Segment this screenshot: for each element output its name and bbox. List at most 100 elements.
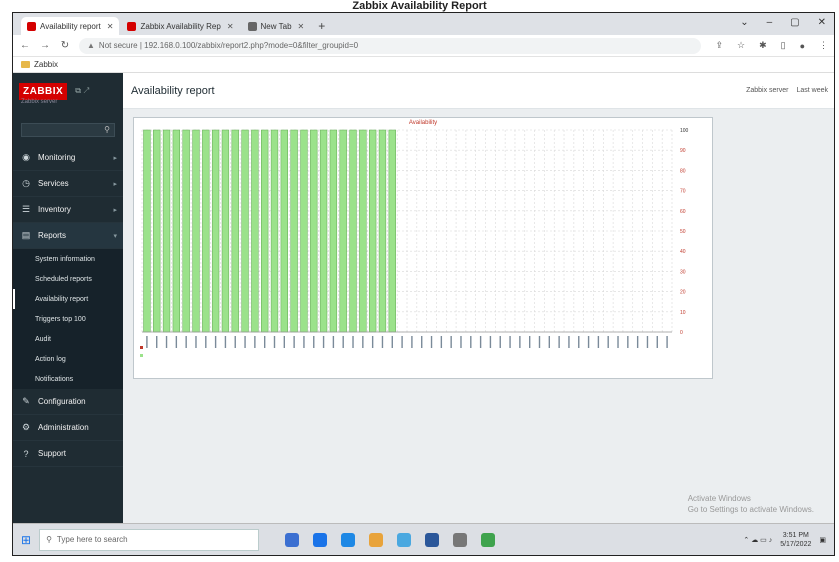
maximize-icon[interactable]: ▢: [790, 17, 799, 28]
sidebar-item-support[interactable]: ? Support: [13, 441, 123, 467]
close-tab-icon[interactable]: ✕: [227, 22, 234, 31]
clock-icon: ◷: [22, 178, 30, 188]
y-tick-label: 90: [680, 148, 686, 154]
pinned-app-icon[interactable]: [425, 532, 440, 547]
sidebar-item-label: Services: [38, 179, 69, 188]
minimize-icon[interactable]: –: [767, 17, 773, 28]
bar: [221, 129, 230, 333]
tray-icons[interactable]: ⌃ ☁ ▭ ♪: [743, 536, 772, 544]
sidebar-collapse-icon[interactable]: ⧉ ↗: [75, 86, 89, 96]
share-icon[interactable]: ⇪: [715, 40, 723, 51]
star-icon[interactable]: ☆: [737, 40, 745, 51]
clock-time: 3:51 PM: [782, 531, 809, 539]
search-icon: ⚲: [46, 535, 52, 544]
submenu-item[interactable]: Scheduled reports: [13, 269, 123, 289]
extensions-icon[interactable]: ✱: [759, 40, 767, 51]
y-tick-label: 0: [680, 330, 683, 336]
main-area: Availability report Zabbix server Last we…: [123, 73, 834, 525]
submenu-item[interactable]: Action log: [13, 349, 123, 369]
y-tick-label: 50: [680, 229, 686, 235]
windows-start-icon[interactable]: ⊞: [21, 533, 31, 547]
tab-favicon-icon: [247, 21, 257, 31]
submenu-item[interactable]: Triggers top 100: [13, 309, 123, 329]
sidebar-item-monitoring[interactable]: ◉ Monitoring ▸: [13, 145, 123, 171]
bar: [231, 129, 239, 333]
clock[interactable]: 3:51 PM 5/17/2022: [780, 531, 811, 549]
pinned-apps: [285, 532, 496, 547]
activate-line-1: Activate Windows: [687, 494, 751, 503]
header-links: Zabbix server Last week: [746, 87, 828, 94]
pinned-app-icon[interactable]: [369, 532, 384, 547]
zabbix-app: ZABBIX ⧉ ↗ Zabbix server ⚲ ◉ Monitoring ▸ ◷…: [13, 73, 834, 525]
header-link[interactable]: Last week: [796, 87, 828, 94]
sidebar-item-inventory[interactable]: ☰ Inventory ▸: [13, 197, 123, 223]
header-link[interactable]: Zabbix server: [746, 87, 788, 94]
bar: [319, 129, 328, 333]
tab-label: New Tab: [260, 21, 292, 31]
pinned-app-icon[interactable]: [453, 532, 468, 547]
sidebar-item-administration[interactable]: ⚙ Administration: [13, 415, 123, 441]
bar: [261, 129, 269, 333]
pinned-app-icon[interactable]: [313, 532, 328, 547]
bar: [270, 129, 279, 333]
submenu-item[interactable]: System information: [13, 249, 123, 269]
lock-icon: ▲: [87, 41, 95, 50]
y-tick-label: 20: [680, 290, 686, 296]
url-field[interactable]: ▲ Not secure | 192.168.0.100/zabbix/repo…: [79, 37, 702, 54]
new-tab-button[interactable]: +: [312, 17, 331, 35]
y-tick-label: 80: [680, 168, 686, 174]
notifications-icon[interactable]: ▣: [819, 536, 826, 544]
list-icon: ☰: [21, 204, 31, 214]
browser-tab[interactable]: New Tab ✕: [242, 17, 311, 35]
pinned-app-icon[interactable]: [397, 532, 412, 547]
submenu-item[interactable]: Availability report: [13, 289, 123, 309]
close-tab-icon[interactable]: ✕: [298, 22, 305, 31]
zabbix-logo[interactable]: ZABBIX: [19, 82, 68, 100]
submenu-item[interactable]: Notifications: [13, 369, 123, 389]
sidebar-item-label: Support: [38, 449, 67, 458]
chevron-down-icon: ▾: [113, 232, 117, 240]
bookmarks-bar: Zabbix: [13, 57, 834, 73]
tab-search-icon[interactable]: ⌄: [740, 17, 748, 28]
browser-tab[interactable]: Zabbix Availability Rep ✕: [121, 17, 239, 35]
sidebar-item-reports[interactable]: ▤ Reports ▾: [13, 223, 123, 249]
forward-icon[interactable]: →: [39, 40, 51, 51]
bookmark-item[interactable]: Zabbix: [34, 60, 58, 69]
bar: [251, 129, 259, 333]
page-caption: Zabbix Availability Report: [352, 0, 487, 12]
browser-tabbar: Availability report ✕ Zabbix Availability …: [13, 13, 834, 35]
legend-swatch: [140, 346, 143, 349]
submenu-item[interactable]: Audit: [13, 329, 123, 349]
menu-icon[interactable]: ⋮: [819, 40, 828, 51]
reload-icon[interactable]: ↻: [59, 40, 71, 51]
bar: [211, 129, 220, 333]
chart-title: Availability: [408, 120, 438, 126]
bar: [388, 129, 396, 333]
bar: [162, 129, 171, 333]
tab-favicon-icon: [127, 21, 137, 31]
bar: [280, 129, 288, 333]
address-bar: ← → ↻ ▲ Not secure | 192.168.0.100/zabbi…: [13, 35, 834, 57]
sidebar-search-input[interactable]: ⚲: [21, 123, 115, 137]
pinned-app-icon[interactable]: [481, 532, 496, 547]
close-tab-icon[interactable]: ✕: [107, 22, 114, 31]
sidebar-item-label: Configuration: [38, 397, 86, 406]
reports-submenu: System information Scheduled reports Avail…: [13, 249, 123, 389]
legend-swatch: [140, 354, 143, 357]
bar: [202, 129, 210, 333]
browser-tab[interactable]: Availability report ✕: [21, 17, 120, 35]
y-tick-label: 10: [680, 310, 686, 316]
profile-icon[interactable]: ●: [800, 41, 805, 51]
sidebar-item-configuration[interactable]: ✎ Configuration: [13, 389, 123, 415]
taskbar-search-placeholder: Type here to search: [56, 535, 128, 544]
bar: [329, 129, 338, 333]
back-icon[interactable]: ←: [19, 40, 31, 51]
close-window-icon[interactable]: ✕: [818, 17, 826, 28]
sidebar-item-services[interactable]: ◷ Services ▸: [13, 171, 123, 197]
taskbar-search-input[interactable]: ⚲ Type here to search: [39, 528, 260, 551]
bar: [153, 129, 161, 333]
pinned-app-icon[interactable]: [285, 532, 300, 547]
pinned-app-icon[interactable]: [341, 532, 356, 547]
sidepanel-icon[interactable]: ▯: [781, 40, 786, 51]
chevron-down-icon: ▸: [113, 180, 117, 188]
